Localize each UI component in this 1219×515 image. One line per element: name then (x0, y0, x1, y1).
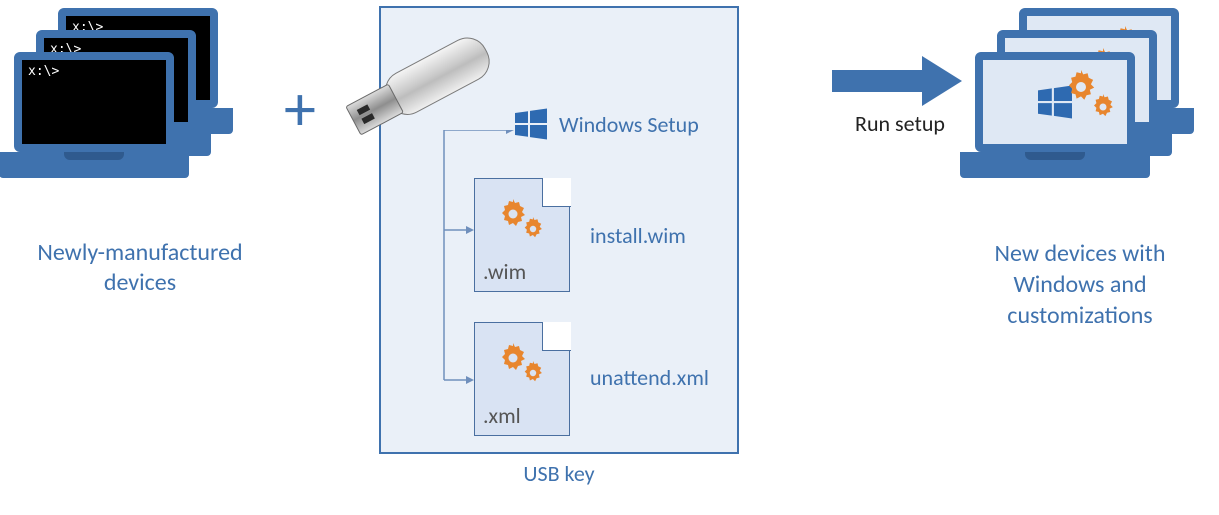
usb-panel-label: USB key (379, 460, 739, 487)
file-wim-icon: .wim (474, 178, 570, 292)
laptop (975, 52, 1145, 178)
gears-icon (497, 343, 547, 388)
file-xml-icon: .xml (474, 322, 570, 436)
gears-icon (497, 199, 547, 244)
file-ext: .xml (483, 402, 521, 429)
terminal-screen: x:\> (14, 52, 174, 152)
prompt-text: x:\> (28, 64, 59, 79)
laptop: x:\> (14, 52, 184, 178)
windows-setup-label: Windows Setup (559, 111, 699, 138)
usb-drive-icon (335, 35, 500, 140)
run-setup-label: Run setup (850, 110, 950, 138)
source-laptop-stack: x:\> x:\> x:\> (14, 8, 254, 223)
plus-icon: + (284, 70, 316, 148)
windows-logo-icon (515, 108, 547, 140)
laptop-base (0, 152, 189, 178)
windows-screen (975, 52, 1135, 152)
source-label: Newly-manufactured devices (0, 238, 280, 298)
target-laptop-stack (975, 8, 1215, 223)
arrow-right-icon (832, 56, 962, 106)
windows-setup-item: Windows Setup (515, 108, 699, 140)
target-label: New devices with Windows and customizati… (950, 238, 1210, 332)
install-wim-label: install.wim (590, 222, 686, 249)
file-ext: .wim (483, 258, 526, 285)
laptop-base (960, 152, 1150, 178)
unattend-xml-label: unattend.xml (590, 364, 709, 391)
gears-icon (1063, 70, 1119, 126)
diagram-stage: { "source": { "prompt": "x:\\>", "label"… (0, 0, 1219, 515)
